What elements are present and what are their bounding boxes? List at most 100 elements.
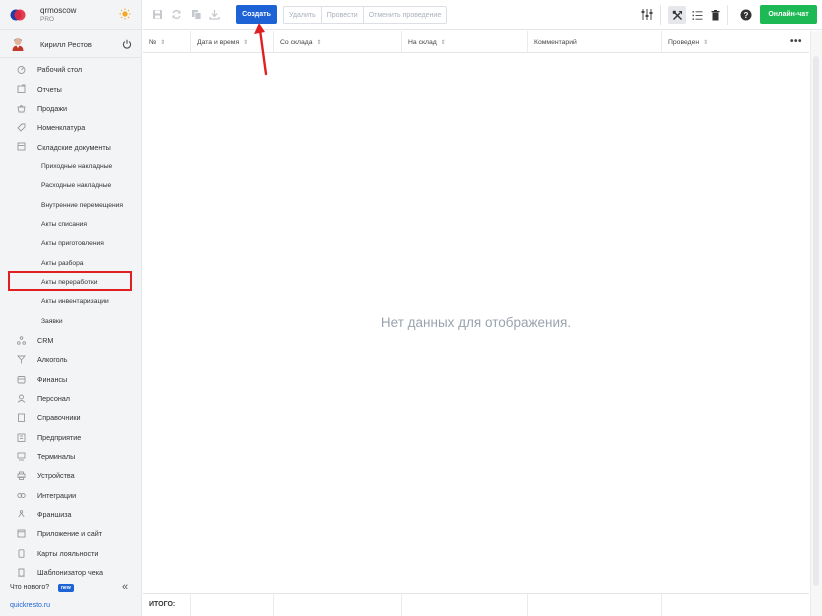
sidebar: qrmoscow PRO Кирилл Рестов Рабочий стол О… <box>0 0 142 616</box>
user-panel[interactable]: Кирилл Рестов <box>0 30 142 58</box>
sort-icon[interactable]: ⇕ <box>160 39 165 46</box>
download-icon[interactable] <box>209 9 220 20</box>
column-header[interactable]: На склад ⇕ <box>402 31 528 53</box>
warehouse-icon <box>17 142 26 151</box>
online-chat-button[interactable]: Онлайн-чат <box>760 5 817 24</box>
sidebar-subitem[interactable]: Акты разбора <box>0 253 142 272</box>
footer-cell <box>191 594 274 616</box>
more-options-icon[interactable]: ••• <box>790 36 802 47</box>
sidebar-item[interactable]: Отчеты <box>0 79 142 98</box>
footer-cell <box>402 594 528 616</box>
dashboard-icon <box>17 66 26 74</box>
document-actions-group: Удалить Провести Отменить проведение <box>283 6 448 24</box>
sidebar-item[interactable]: Карты лояльности <box>0 544 142 563</box>
sidebar-item-label: Финансы <box>37 374 68 384</box>
column-header-label: Комментарий <box>534 38 577 46</box>
sidebar-item[interactable]: Продажи <box>0 99 142 118</box>
sidebar-item[interactable]: Предприятие <box>0 428 142 447</box>
tools-icon <box>672 10 682 20</box>
sidebar-item-label: Заявки <box>41 317 63 325</box>
sidebar-subitem[interactable]: Расходные накладные <box>0 176 142 195</box>
collapse-sidebar-icon[interactable]: « <box>122 581 128 593</box>
sidebar-item-label: Карты лояльности <box>37 548 99 558</box>
sort-icon[interactable]: ⇕ <box>317 39 322 46</box>
column-header[interactable]: Проведен ⇕ <box>662 31 809 53</box>
copy-icon[interactable] <box>191 9 202 20</box>
sidebar-item[interactable]: Устройства <box>0 466 142 485</box>
sidebar-item[interactable]: Интеграции <box>0 486 142 505</box>
sort-icon[interactable]: ⇕ <box>243 39 248 46</box>
sort-icon[interactable]: ⇕ <box>441 39 446 46</box>
sidebar-item[interactable]: Приложение и сайт <box>0 524 142 543</box>
column-header[interactable]: № ⇕ <box>143 31 191 53</box>
sidebar-item-label: Акты списания <box>41 220 88 228</box>
printer-icon <box>17 471 26 481</box>
sidebar-item[interactable]: Шаблонизатор чека <box>0 563 142 582</box>
sidebar-item-label: Акты инвентаризации <box>41 298 109 306</box>
sidebar-subitem[interactable]: Приходные накладные <box>0 157 142 176</box>
sidebar-item-label: Устройства <box>37 471 75 481</box>
sidebar-item[interactable]: Персонал <box>0 389 142 408</box>
save-icon[interactable] <box>152 9 163 20</box>
whats-new-link[interactable]: Что нового? <box>10 584 49 591</box>
toolbar: Создать Удалить Провести Отменить провед… <box>143 0 822 30</box>
logo-icon <box>10 9 26 21</box>
column-header-label: № <box>149 38 157 46</box>
sidebar-item-label: Приложение и сайт <box>37 529 103 539</box>
sidebar-item[interactable]: Франшиза <box>0 505 142 524</box>
new-badge: new <box>58 584 74 592</box>
footer-cell <box>662 594 809 616</box>
annotation-highlight-box <box>8 271 132 291</box>
sidebar-item-label: Терминалы <box>37 452 76 462</box>
column-settings-icon[interactable] <box>641 8 653 21</box>
sort-icon[interactable]: ⇕ <box>703 39 708 46</box>
post-button[interactable]: Провести <box>322 7 364 23</box>
sidebar-item-label: Справочники <box>37 413 81 423</box>
sidebar-subitem[interactable]: Акты приготовления <box>0 234 142 253</box>
sidebar-item-label: Акты разбора <box>41 259 84 267</box>
table-footer: ИТОГО: <box>143 593 809 616</box>
trash-icon[interactable] <box>710 10 721 21</box>
sidebar-item[interactable]: Финансы <box>0 370 142 389</box>
sidebar-subitem[interactable]: Акты списания <box>0 215 142 234</box>
sidebar-item-label: Интеграции <box>37 490 77 500</box>
column-header[interactable]: Комментарий <box>528 31 662 53</box>
footer-cell <box>274 594 402 616</box>
annotation-arrow <box>254 23 268 76</box>
power-icon[interactable] <box>122 39 132 49</box>
tag-icon <box>17 123 26 132</box>
sidebar-subitem[interactable]: Внутренние перемещения <box>0 195 142 214</box>
reports-icon <box>17 84 26 94</box>
scrollbar-thumb[interactable] <box>813 56 819 586</box>
finance-icon <box>17 375 26 383</box>
unpost-button[interactable]: Отменить проведение <box>364 7 447 23</box>
column-header-label: Проведен <box>668 38 700 46</box>
sidebar-item[interactable]: CRM <box>0 331 142 350</box>
sidebar-item[interactable]: Рабочий стол <box>0 60 142 79</box>
delete-button[interactable]: Удалить <box>284 7 322 23</box>
sidebar-subitem[interactable]: Заявки <box>0 311 142 330</box>
site-link[interactable]: quickresto.ru <box>10 602 50 609</box>
sidebar-subitem[interactable]: Акты инвентаризации <box>0 292 142 311</box>
brand-header[interactable]: qrmoscow PRO <box>0 0 142 30</box>
sidebar-item[interactable]: Алкоголь <box>0 350 142 369</box>
brand-name: qrmoscow <box>40 6 77 15</box>
card-icon <box>18 548 25 558</box>
column-header[interactable]: Со склада ⇕ <box>274 31 402 53</box>
sidebar-item[interactable]: Терминалы <box>0 447 142 466</box>
sidebar-item[interactable]: Справочники <box>0 408 142 427</box>
receipt-icon <box>18 568 25 577</box>
help-icon[interactable]: ? <box>740 9 752 21</box>
column-header-label: На склад <box>408 38 437 46</box>
list-icon[interactable] <box>692 10 703 21</box>
link-icon <box>17 492 26 498</box>
sidebar-item-label: Внутренние перемещения <box>41 201 123 209</box>
svg-text:?: ? <box>744 11 749 20</box>
footer-cell <box>528 594 662 616</box>
sidebar-item[interactable]: Складские документы <box>0 137 142 156</box>
sidebar-item[interactable]: Номенклатура <box>0 118 142 137</box>
sidebar-item-label: Акты приготовления <box>41 240 104 248</box>
sidebar-nav: Рабочий стол Отчеты Продажи Номенклатура Скл… <box>0 60 142 582</box>
refresh-icon[interactable] <box>171 9 182 20</box>
sun-icon[interactable] <box>119 8 131 20</box>
